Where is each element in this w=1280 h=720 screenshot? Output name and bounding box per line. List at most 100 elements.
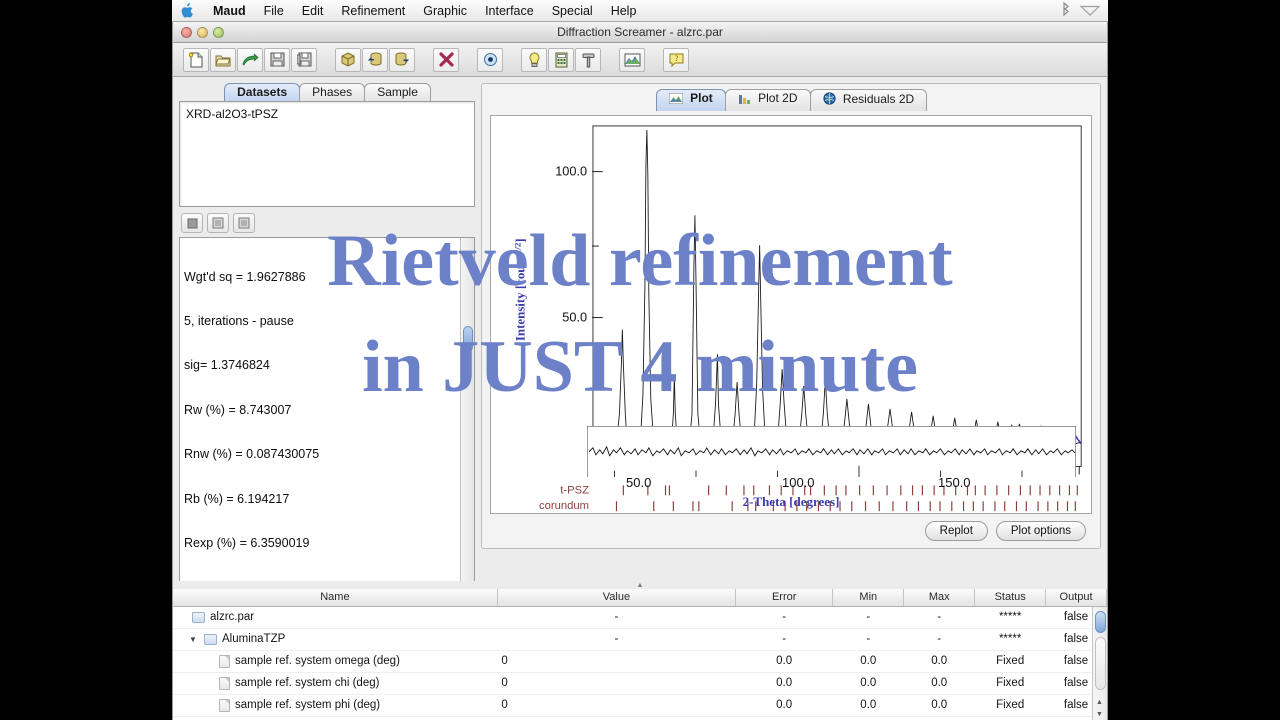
table-row[interactable]: sample displacement x (mm) 0 0.0 0.0 0.0… bbox=[173, 716, 1107, 720]
row-min[interactable]: 0.0 bbox=[832, 650, 904, 673]
bluetooth-icon[interactable] bbox=[1061, 1, 1070, 19]
row-status[interactable]: Fixed bbox=[974, 650, 1046, 673]
tab-plot[interactable]: Plot bbox=[655, 89, 726, 111]
row-max[interactable]: 0.0 bbox=[903, 650, 975, 673]
row-value[interactable]: 0 bbox=[497, 672, 736, 695]
table-row[interactable]: sample ref. system phi (deg) 0 0.0 0.0 0… bbox=[173, 694, 1107, 717]
remove-dataset-button[interactable] bbox=[233, 213, 255, 233]
row-max[interactable]: 0.0 bbox=[903, 672, 975, 695]
stop-button[interactable] bbox=[181, 213, 203, 233]
x-axis-label: 2-Theta [degrees] bbox=[742, 494, 840, 510]
tab-sample[interactable]: Sample bbox=[364, 83, 431, 102]
diffraction-plot[interactable]: Intensity [count1/2] 100.0 50.0 t-PSZ co… bbox=[490, 115, 1092, 515]
table-row[interactable]: alzrc.par - - - - ***** false bbox=[173, 606, 1107, 629]
row-error: 0.0 bbox=[735, 672, 833, 695]
new-document-icon[interactable] bbox=[183, 47, 209, 72]
disclosure-triangle[interactable]: ▼ bbox=[189, 635, 199, 644]
col-status[interactable]: Status bbox=[974, 589, 1047, 607]
toolbar: ? bbox=[173, 43, 1107, 77]
row-name: sample ref. system phi (deg) bbox=[235, 699, 381, 711]
target-icon[interactable] bbox=[477, 47, 503, 72]
menu-special[interactable]: Special bbox=[543, 4, 602, 18]
row-error: 0.0 bbox=[735, 694, 833, 717]
plot-tabstrip: Plot Plot 2D Residuals 2D bbox=[482, 84, 1100, 111]
plot-panel: Plot Plot 2D Residuals 2D Intensity [cou… bbox=[481, 83, 1101, 549]
menu-file[interactable]: File bbox=[255, 4, 293, 18]
scrollbar-thumb[interactable] bbox=[463, 326, 473, 352]
menu-refinement[interactable]: Refinement bbox=[332, 4, 414, 18]
table-scrollbar-thumb[interactable] bbox=[1095, 611, 1106, 633]
table-row[interactable]: ▼ AluminaTZP - - - - ***** false bbox=[173, 628, 1107, 651]
window-titlebar[interactable]: Diffraction Screamer - alzrc.par bbox=[173, 22, 1107, 43]
reload-arrow-icon[interactable] bbox=[237, 47, 263, 72]
splitter-handle[interactable]: ▲ bbox=[173, 581, 1107, 589]
box-icon[interactable] bbox=[335, 47, 361, 72]
menu-maud[interactable]: Maud bbox=[204, 4, 255, 18]
row-min[interactable]: 0.0 bbox=[832, 694, 904, 717]
tab-plot-2d[interactable]: Plot 2D bbox=[724, 89, 811, 111]
row-value[interactable]: 0 bbox=[497, 716, 736, 720]
console-line: sig= 1.3746824 bbox=[184, 358, 270, 373]
x-tick-labels: 50.0 100.0 150.0 bbox=[626, 475, 971, 491]
col-error[interactable]: Error bbox=[735, 589, 834, 607]
col-max[interactable]: Max bbox=[903, 589, 976, 607]
hammer-icon[interactable] bbox=[575, 47, 601, 72]
lightbulb-icon[interactable] bbox=[521, 47, 547, 72]
row-value[interactable]: 0 bbox=[497, 694, 736, 717]
table-row[interactable]: sample ref. system chi (deg) 0 0.0 0.0 0… bbox=[173, 672, 1107, 695]
datasets-list[interactable]: XRD-al2O3-tPSZ bbox=[179, 101, 475, 207]
delete-x-icon[interactable] bbox=[433, 47, 459, 72]
export-icon[interactable] bbox=[389, 47, 415, 72]
save-as-icon[interactable] bbox=[291, 47, 317, 72]
row-status[interactable]: Fixed bbox=[974, 694, 1046, 717]
calculator-icon[interactable] bbox=[548, 47, 574, 72]
toolbar-group-file bbox=[183, 47, 317, 72]
col-min[interactable]: Min bbox=[832, 589, 905, 607]
replot-button[interactable]: Replot bbox=[924, 521, 988, 542]
window-title: Diffraction Screamer - alzrc.par bbox=[557, 24, 723, 39]
toolbar-group-plot bbox=[619, 47, 645, 72]
row-value: - bbox=[497, 606, 736, 629]
tab-plot-2d-label: Plot 2D bbox=[758, 91, 798, 105]
col-output[interactable]: Output bbox=[1045, 589, 1107, 607]
tab-phases[interactable]: Phases bbox=[299, 83, 366, 102]
table-vertical-scrollbar[interactable]: ▲ ▼ bbox=[1092, 607, 1107, 720]
row-value[interactable]: 0 bbox=[497, 650, 736, 673]
apple-logo-icon[interactable] bbox=[180, 3, 194, 18]
plot-image-icon[interactable] bbox=[619, 47, 645, 72]
menu-help[interactable]: Help bbox=[602, 4, 646, 18]
list-item[interactable]: XRD-al2O3-tPSZ bbox=[186, 107, 468, 121]
row-max[interactable]: 0.0 bbox=[903, 694, 975, 717]
wifi-icon[interactable] bbox=[1079, 3, 1101, 19]
row-max[interactable]: 0.0 bbox=[903, 716, 975, 720]
row-status[interactable]: Fixed bbox=[974, 672, 1046, 695]
document-icon bbox=[219, 676, 230, 690]
menu-graphic[interactable]: Graphic bbox=[414, 4, 476, 18]
document-icon bbox=[219, 654, 230, 668]
table-row[interactable]: sample ref. system omega (deg) 0 0.0 0.0… bbox=[173, 650, 1107, 673]
import-icon[interactable] bbox=[362, 47, 388, 72]
add-dataset-button[interactable] bbox=[207, 213, 229, 233]
col-value[interactable]: Value bbox=[497, 589, 737, 607]
bar-chart-icon bbox=[738, 93, 751, 107]
open-folder-icon[interactable] bbox=[210, 47, 236, 72]
table-scroll-down-icon[interactable]: ▼ bbox=[1096, 711, 1103, 718]
console-line: Rexp (%) = 6.3590019 bbox=[184, 535, 310, 550]
help-question-icon[interactable]: ? bbox=[663, 47, 689, 72]
save-icon[interactable] bbox=[264, 47, 290, 72]
table-scrollbar-track[interactable] bbox=[1095, 637, 1106, 690]
menu-interface[interactable]: Interface bbox=[476, 4, 543, 18]
row-min[interactable]: 0.0 bbox=[832, 716, 904, 720]
col-name[interactable]: Name bbox=[173, 589, 498, 607]
plot-options-button[interactable]: Plot options bbox=[995, 521, 1086, 542]
table-scroll-up-icon[interactable]: ▲ bbox=[1096, 699, 1103, 706]
row-status[interactable]: Fixed bbox=[974, 716, 1046, 720]
row-error: 0.0 bbox=[735, 650, 833, 673]
toolbar-group-object bbox=[335, 47, 415, 72]
row-name: alzrc.par bbox=[210, 611, 255, 623]
row-min[interactable]: 0.0 bbox=[832, 672, 904, 695]
tab-residuals-2d[interactable]: Residuals 2D bbox=[809, 89, 928, 111]
tab-datasets[interactable]: Datasets bbox=[224, 83, 301, 102]
parameters-table[interactable]: Name Value Error Min Max Status Output a… bbox=[173, 589, 1107, 720]
menu-edit[interactable]: Edit bbox=[293, 4, 333, 18]
